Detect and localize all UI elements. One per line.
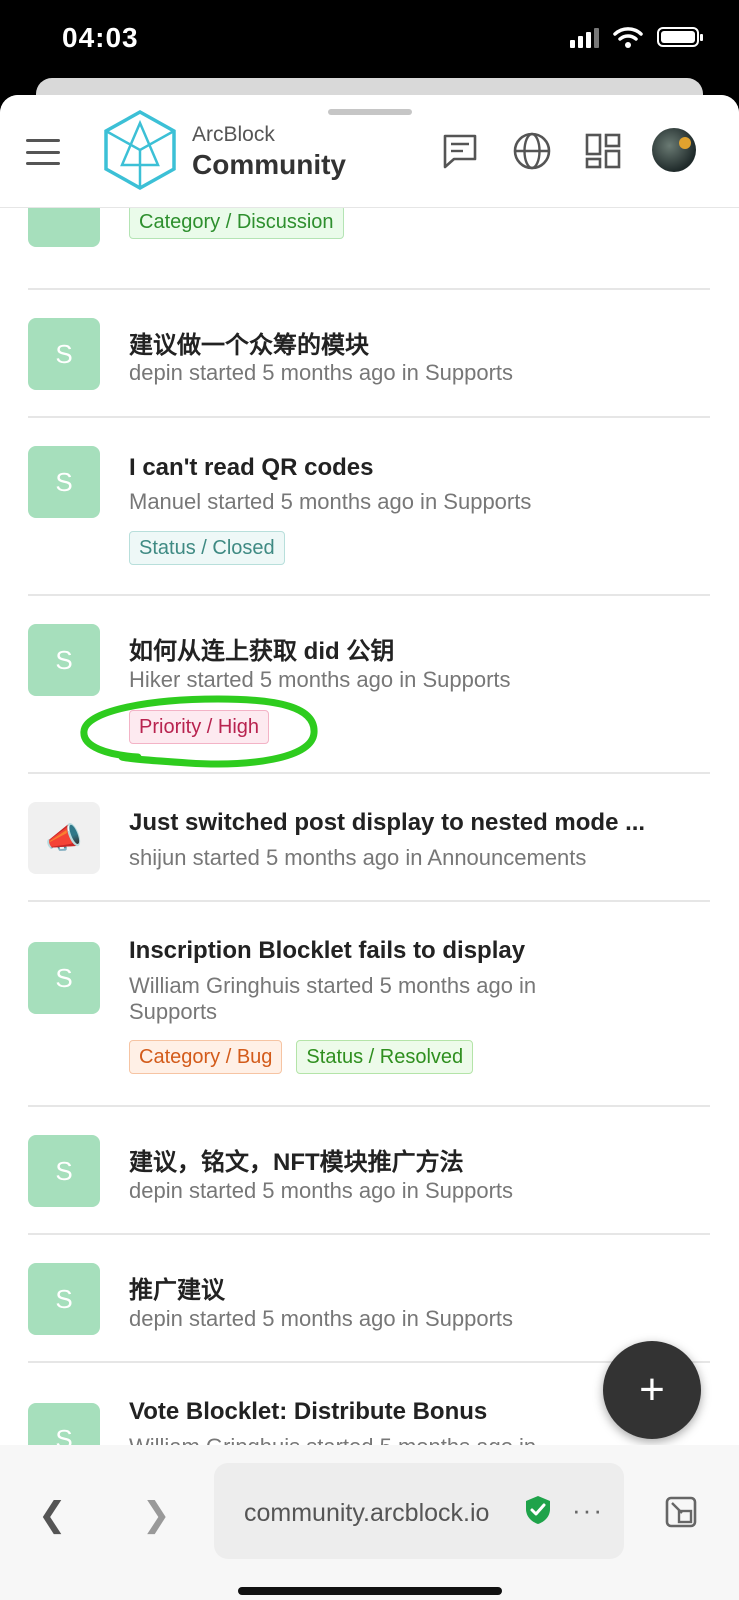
- open-external-icon[interactable]: [664, 1495, 698, 1529]
- menu-icon[interactable]: [26, 139, 60, 165]
- post-title[interactable]: Just switched post display to nested mod…: [129, 809, 645, 837]
- address-bar[interactable]: community.arcblock.io ···: [214, 1463, 624, 1559]
- post-meta: depin started 5 months ago in Supports: [129, 1306, 514, 1331]
- post-meta: Manuel started 5 months ago in Supports: [129, 489, 532, 514]
- url-text[interactable]: community.arcblock.io: [244, 1499, 489, 1528]
- post-title[interactable]: 建议，铭文，NFT模块推广方法: [129, 1142, 464, 1177]
- post-tile: S: [28, 1135, 100, 1207]
- post-tile: S: [28, 446, 100, 518]
- status-icons: [570, 26, 703, 48]
- dashboard-icon[interactable]: [583, 131, 623, 171]
- post-title[interactable]: 推广建议: [129, 1270, 225, 1305]
- chat-icon[interactable]: [440, 131, 480, 171]
- browser-toolbar: ❮ ❯ community.arcblock.io ···: [0, 1445, 739, 1600]
- browser-sheet: Category / Discussion S 建议做一个众筹的模块 depin…: [0, 95, 739, 1600]
- post-title[interactable]: 建议做一个众筹的模块: [129, 325, 369, 360]
- post-meta: Hiker started 5 months ago in Supports: [129, 667, 511, 692]
- tag-badge[interactable]: Status / Resolved: [296, 1040, 474, 1074]
- tag-badge[interactable]: Status / Closed: [129, 531, 285, 565]
- megaphone-icon: 📣: [28, 802, 100, 874]
- more-options-icon[interactable]: ···: [572, 1495, 604, 1526]
- forward-icon[interactable]: ❯: [142, 1495, 171, 1535]
- list-item[interactable]: S 推广建议 depin started 5 months ago in Sup…: [28, 1235, 710, 1363]
- post-tile: S: [28, 624, 100, 696]
- highlight-circle: [80, 695, 318, 768]
- tag-list: Category / Bug Status / Resolved: [129, 1040, 474, 1074]
- post-title[interactable]: Vote Blocklet: Distribute Bonus: [129, 1398, 487, 1426]
- list-item[interactable]: S Inscription Blocklet fails to display …: [28, 902, 710, 1107]
- arcblock-logo-icon[interactable]: [102, 109, 178, 191]
- tag-badge[interactable]: Category / Discussion: [129, 205, 344, 239]
- sheet-grabber[interactable]: [328, 109, 412, 115]
- post-tile: S: [28, 318, 100, 390]
- site-logo-text[interactable]: ArcBlock Community: [192, 123, 346, 181]
- tag-badge[interactable]: Category / Bug: [129, 1040, 283, 1074]
- post-title[interactable]: 如何从连上获取 did 公钥: [129, 631, 394, 666]
- site-header: ArcBlock Community: [0, 95, 739, 208]
- logo-top-text: ArcBlock: [192, 123, 275, 146]
- back-icon[interactable]: ❮: [38, 1495, 67, 1535]
- status-bar: 04:03: [0, 0, 739, 90]
- globe-icon[interactable]: [512, 131, 552, 171]
- verified-shield-icon: [526, 1496, 550, 1524]
- post-tile: S: [28, 1263, 100, 1335]
- list-item[interactable]: 📣 Just switched post display to nested m…: [28, 774, 710, 902]
- home-indicator[interactable]: [238, 1587, 502, 1595]
- battery-icon: [657, 27, 703, 47]
- list-item[interactable]: S 建议，铭文，NFT模块推广方法 depin started 5 months…: [28, 1107, 710, 1235]
- user-avatar[interactable]: [652, 128, 696, 172]
- signal-icon: [570, 26, 599, 48]
- post-meta: William Gringhuis started 5 months ago i…: [129, 973, 537, 1024]
- post-meta: depin started 5 months ago in Supports: [129, 1178, 514, 1203]
- logo-bottom-text: Community: [192, 149, 346, 180]
- post-tile: S: [28, 942, 100, 1014]
- post-meta: shijun started 5 months ago in Announcem…: [129, 845, 587, 870]
- post-title[interactable]: Inscription Blocklet fails to display: [129, 937, 525, 965]
- post-meta: depin started 5 months ago in Supports: [129, 360, 514, 385]
- post-title[interactable]: I can't read QR codes: [129, 454, 373, 482]
- wifi-icon: [613, 27, 643, 48]
- status-time: 04:03: [62, 22, 139, 53]
- list-item[interactable]: S I can't read QR codes Manuel started 5…: [28, 418, 710, 596]
- tag-list: Status / Closed: [129, 531, 285, 565]
- list-item[interactable]: S 建议做一个众筹的模块 depin started 5 months ago …: [28, 290, 710, 418]
- tag-list: Category / Discussion: [129, 205, 344, 239]
- new-post-button[interactable]: +: [603, 1341, 701, 1439]
